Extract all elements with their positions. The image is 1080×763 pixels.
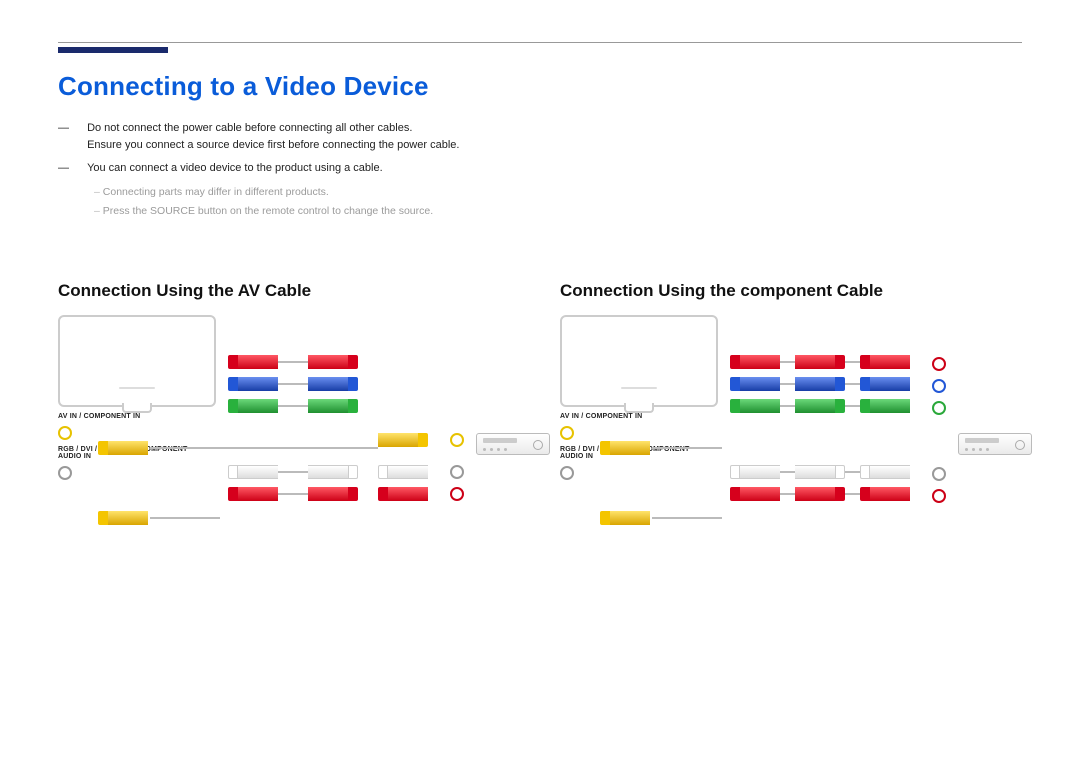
sub-note-text: Press the (103, 205, 150, 217)
sub-note-2: Press the SOURCE button on the remote co… (94, 202, 1022, 221)
port-label-avin: AV IN / COMPONENT IN (560, 413, 718, 420)
note-line: Do not connect the power cable before co… (87, 122, 412, 134)
sub-note-1: Connecting parts may differ in different… (94, 183, 1022, 202)
cable-group-component-right (308, 355, 358, 413)
note-2: ― You can connect a video device to the … (58, 160, 1022, 177)
device-jack-red (932, 489, 946, 503)
cable-audio-left (228, 465, 278, 501)
tv-icon (560, 315, 718, 407)
jack-yellow (560, 426, 574, 440)
jack-yellow (58, 426, 72, 440)
cable-audio-right (378, 465, 428, 501)
accent-bar (58, 47, 168, 53)
jack-audio (58, 466, 72, 480)
component-cable-section: Connection Using the component Cable AV … (560, 281, 1022, 545)
note-text: Do not connect the power cable before co… (87, 120, 1021, 154)
page-title: Connecting to a Video Device (58, 71, 1022, 102)
cable-yellow-left (98, 441, 148, 455)
cable-audio-c (860, 465, 910, 501)
source-device-icon (958, 433, 1032, 455)
tv-icon (58, 315, 216, 407)
top-rule (58, 42, 1022, 43)
cable-yellow-right (378, 433, 428, 447)
device-jack-y (932, 401, 946, 415)
manual-page: Connecting to a Video Device ― Do not co… (0, 0, 1080, 585)
device-jack-yellow (450, 433, 464, 447)
note-line: Ensure you connect a source device first… (87, 139, 459, 151)
device-jack-red (450, 487, 464, 501)
av-cable-section: Connection Using the AV Cable AV IN / CO… (58, 281, 520, 545)
sub-note-text: button on the remote control to change t… (195, 205, 433, 217)
cable-component-a (730, 355, 780, 413)
cable-component-b (795, 355, 845, 413)
note-1: ― Do not connect the power cable before … (58, 120, 1022, 154)
cable-yellow-audio (600, 511, 650, 525)
cable-audio-mid (308, 465, 358, 501)
jack-audio (560, 466, 574, 480)
device-jack-white (932, 467, 946, 481)
section-heading: Connection Using the AV Cable (58, 281, 520, 301)
cable-yellow (600, 441, 650, 455)
source-device-icon (476, 433, 550, 455)
device-jack-pb (932, 379, 946, 393)
note-dash: ― (58, 160, 84, 177)
cable-audio-b (795, 465, 845, 501)
device-jack-white (450, 465, 464, 479)
note-text: You can connect a video device to the pr… (87, 160, 1021, 177)
note-dash: ― (58, 120, 84, 137)
cable-component-c (860, 355, 910, 413)
cable-yellow-audio (98, 511, 148, 525)
av-diagram: AV IN / COMPONENT IN RGB / DVI / HDMI / … (58, 315, 520, 545)
section-heading: Connection Using the component Cable (560, 281, 1022, 301)
component-diagram: AV IN / COMPONENT IN RGB / DVI / HDMI / … (560, 315, 1022, 545)
port-label-avin: AV IN / COMPONENT IN (58, 413, 216, 420)
cable-audio-a (730, 465, 780, 501)
device-jack-pr (932, 357, 946, 371)
source-button-label: SOURCE (150, 205, 195, 217)
cable-group-component-left (228, 355, 278, 413)
